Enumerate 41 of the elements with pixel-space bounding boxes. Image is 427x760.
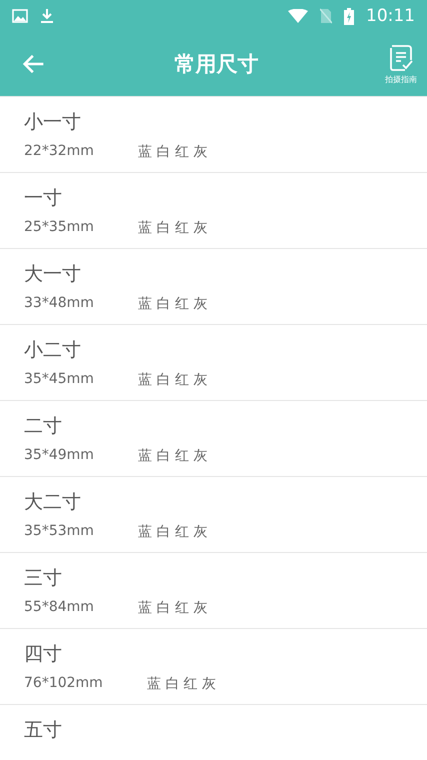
- background-colors: 蓝 白 红 灰: [138, 447, 208, 465]
- size-item[interactable]: 一寸 25*35mm 蓝 白 红 灰: [0, 173, 427, 249]
- size-name: 大二寸: [24, 490, 82, 515]
- background-colors: 蓝 白 红 灰: [138, 599, 208, 617]
- size-name: 四寸: [24, 642, 63, 667]
- size-item[interactable]: 大二寸 35*53mm 蓝 白 红 灰: [0, 477, 427, 553]
- size-dimensions: 35*49mm: [24, 447, 94, 465]
- background-colors: 蓝 白 红 灰: [138, 523, 208, 541]
- size-dimensions: 35*45mm: [24, 371, 94, 389]
- background-colors: 蓝 白 红 灰: [138, 371, 208, 389]
- size-name: 二寸: [24, 414, 63, 439]
- background-colors: 蓝 白 红 灰: [138, 219, 208, 237]
- size-dimensions: 33*48mm: [24, 295, 94, 313]
- battery-icon: [344, 8, 354, 24]
- size-item[interactable]: 三寸 55*84mm 蓝 白 红 灰: [0, 553, 427, 629]
- size-dimensions: 22*32mm: [24, 143, 94, 161]
- size-item[interactable]: 二寸 35*49mm 蓝 白 红 灰: [0, 401, 427, 477]
- toolbar-title: 常用尺寸: [174, 51, 260, 78]
- size-dimensions: 25*35mm: [24, 219, 94, 237]
- download-icon: [40, 8, 54, 24]
- size-item[interactable]: 四寸 76*102mm 蓝 白 红 灰: [0, 629, 427, 705]
- size-name: 五寸: [24, 718, 63, 743]
- size-item[interactable]: 五寸: [0, 705, 427, 760]
- no-sim-icon: [320, 8, 332, 24]
- background-colors: 蓝 白 红 灰: [146, 675, 216, 693]
- size-name: 三寸: [24, 566, 63, 591]
- size-name: 大一寸: [24, 262, 82, 287]
- background-colors: 蓝 白 红 灰: [138, 143, 208, 161]
- wifi-icon: [288, 9, 308, 23]
- image-icon: [12, 9, 28, 23]
- size-name: 一寸: [24, 186, 63, 211]
- size-dimensions: 35*53mm: [24, 523, 94, 541]
- size-name: 小二寸: [24, 338, 82, 363]
- size-item[interactable]: 小一寸 22*32mm 蓝 白 红 灰: [0, 97, 427, 173]
- size-item[interactable]: 大一寸 33*48mm 蓝 白 红 灰: [0, 249, 427, 325]
- background-colors: 蓝 白 红 灰: [138, 295, 208, 313]
- size-dimensions: 76*102mm: [24, 675, 103, 693]
- size-item[interactable]: 小二寸 35*45mm 蓝 白 红 灰: [0, 325, 427, 401]
- size-dimensions: 55*84mm: [24, 599, 94, 617]
- status-time: 10:11: [366, 6, 415, 26]
- size-name: 小一寸: [24, 110, 82, 135]
